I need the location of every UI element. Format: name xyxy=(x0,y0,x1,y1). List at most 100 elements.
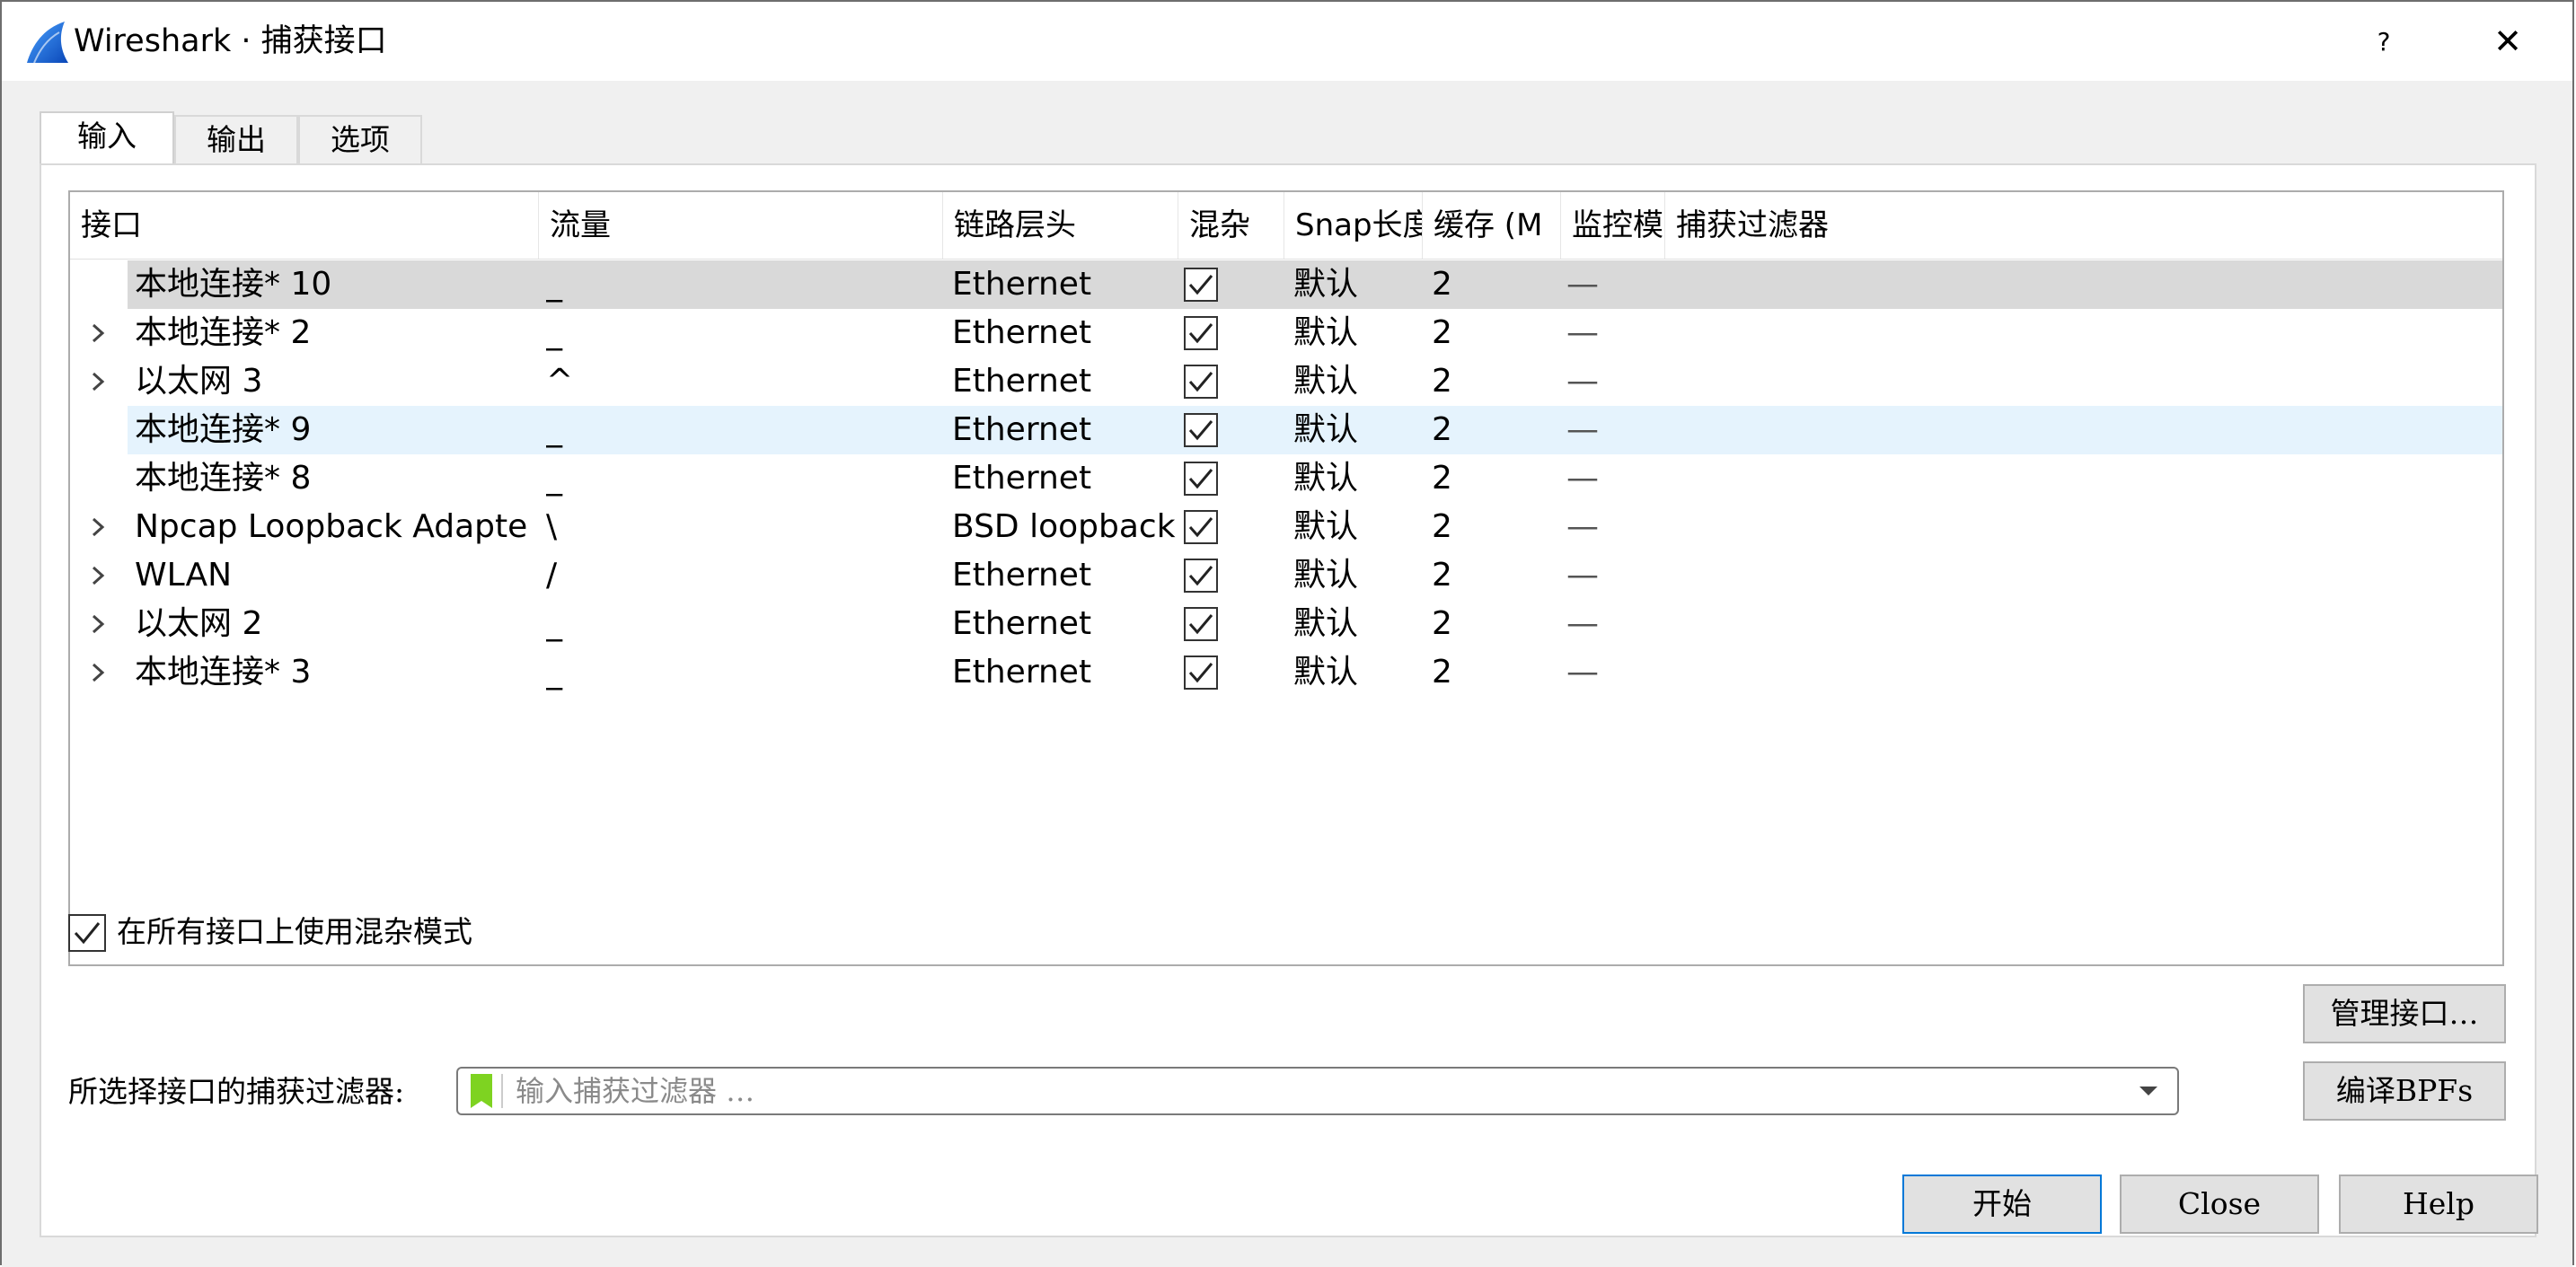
chevron-right-icon[interactable] xyxy=(83,560,113,591)
buffer-size-cell: 2 xyxy=(1432,266,1452,303)
capture-filter-cell[interactable] xyxy=(1674,309,2483,357)
chevron-right-icon[interactable] xyxy=(83,366,113,397)
promiscuous-checkbox[interactable] xyxy=(1184,316,1218,350)
interface-name-cell: WLAN xyxy=(135,557,233,594)
snaplen-cell: 默认 xyxy=(1293,411,1359,448)
traffic-sparkline-cell: _ xyxy=(546,654,562,691)
bookmark-icon[interactable] xyxy=(471,1074,492,1108)
traffic-sparkline-cell: \ xyxy=(546,508,558,545)
link-layer-cell: Ethernet xyxy=(952,654,1092,691)
promisc-all-label[interactable]: 在所有接口上使用混杂模式 xyxy=(117,907,472,957)
dropdown-arrow-icon[interactable] xyxy=(2138,1083,2159,1099)
capture-filter-label: 所选择接口的捕获过滤器: xyxy=(68,1074,405,1109)
monitor-mode-cell[interactable]: — xyxy=(1566,309,1599,357)
chevron-right-icon[interactable] xyxy=(83,609,113,639)
table-header: 接口 流量 链路层头 混杂 Snap长度 缓存 (M 监控模 捕获过滤器 xyxy=(70,192,2502,260)
filter-separator xyxy=(501,1074,503,1108)
manage-interfaces-button[interactable]: 管理接口… xyxy=(2303,984,2506,1043)
capture-filter-cell[interactable] xyxy=(1674,551,2483,600)
column-header-monitor[interactable]: 监控模 xyxy=(1561,192,1665,259)
promisc-all-checkbox[interactable] xyxy=(68,914,106,952)
interface-name-cell: 本地连接* 2 xyxy=(135,314,312,351)
buffer-size-cell: 2 xyxy=(1432,363,1452,400)
promiscuous-checkbox[interactable] xyxy=(1184,365,1218,399)
table-row[interactable]: 本地连接* 2 _ Ethernet 默认 2 — xyxy=(70,309,2502,357)
column-header-link-layer[interactable]: 链路层头 xyxy=(943,192,1178,259)
link-layer-cell: Ethernet xyxy=(952,557,1092,594)
context-help-button[interactable]: ? xyxy=(2359,22,2409,63)
monitor-mode-cell[interactable]: — xyxy=(1566,454,1599,503)
tab-input[interactable]: 输入 xyxy=(40,111,174,165)
interface-table[interactable]: 接口 流量 链路层头 混杂 Snap长度 缓存 (M 监控模 捕获过滤器 本地连… xyxy=(68,190,2504,966)
table-row[interactable]: 本地连接* 3 _ Ethernet 默认 2 — xyxy=(70,648,2502,697)
promiscuous-checkbox[interactable] xyxy=(1184,462,1218,496)
link-layer-cell: Ethernet xyxy=(952,266,1092,303)
capture-filter-cell[interactable] xyxy=(1674,503,2483,551)
promiscuous-checkbox[interactable] xyxy=(1184,607,1218,641)
link-layer-cell: Ethernet xyxy=(952,605,1092,642)
buffer-size-cell: 2 xyxy=(1432,314,1452,351)
monitor-mode-cell[interactable]: — xyxy=(1566,260,1599,309)
link-layer-cell: Ethernet xyxy=(952,460,1092,497)
column-header-interface[interactable]: 接口 xyxy=(70,192,539,259)
snaplen-cell: 默认 xyxy=(1293,363,1359,400)
traffic-sparkline-cell: / xyxy=(546,557,558,594)
capture-filter-cell[interactable] xyxy=(1674,406,2483,454)
window-close-button[interactable]: ✕ xyxy=(2481,18,2535,65)
link-layer-cell: Ethernet xyxy=(952,411,1092,448)
snaplen-cell: 默认 xyxy=(1293,314,1359,351)
buffer-size-cell: 2 xyxy=(1432,508,1452,545)
buffer-size-cell: 2 xyxy=(1432,460,1452,497)
interface-name-cell: 以太网 2 xyxy=(135,605,263,642)
interface-name-cell: Npcap Loopback Adapter xyxy=(135,508,530,545)
column-header-traffic[interactable]: 流量 xyxy=(539,192,943,259)
tab-output[interactable]: 输出 xyxy=(174,115,298,163)
table-row[interactable]: 本地连接* 9 _ Ethernet 默认 2 — xyxy=(70,406,2502,454)
monitor-mode-cell[interactable]: — xyxy=(1566,357,1599,406)
chevron-right-icon[interactable] xyxy=(83,657,113,688)
window-title: Wireshark · 捕获接口 xyxy=(74,23,387,59)
column-header-snaplen[interactable]: Snap长度 xyxy=(1284,192,1423,259)
monitor-mode-cell[interactable]: — xyxy=(1566,551,1599,600)
interface-name-cell: 本地连接* 10 xyxy=(135,266,332,303)
table-row[interactable]: WLAN / Ethernet 默认 2 — xyxy=(70,551,2502,600)
interface-name-cell: 本地连接* 9 xyxy=(135,411,312,448)
capture-filter-cell[interactable] xyxy=(1674,260,2483,309)
table-row[interactable]: 以太网 3 ^ Ethernet 默认 2 — xyxy=(70,357,2502,406)
close-button[interactable]: Close xyxy=(2120,1175,2319,1234)
capture-filter-placeholder[interactable]: 输入捕获过滤器 … xyxy=(516,1069,754,1113)
snaplen-cell: 默认 xyxy=(1293,266,1359,303)
capture-filter-cell[interactable] xyxy=(1674,357,2483,406)
capture-filter-cell[interactable] xyxy=(1674,454,2483,503)
chevron-right-icon[interactable] xyxy=(83,318,113,348)
buffer-size-cell: 2 xyxy=(1432,654,1452,691)
promiscuous-checkbox[interactable] xyxy=(1184,655,1218,690)
table-row[interactable]: 以太网 2 _ Ethernet 默认 2 — xyxy=(70,600,2502,648)
chevron-right-icon[interactable] xyxy=(83,512,113,542)
promiscuous-checkbox[interactable] xyxy=(1184,268,1218,302)
capture-interfaces-dialog: Wireshark · 捕获接口 ? ✕ 输入 输出 选项 接口 流量 链路层头… xyxy=(0,0,2574,1267)
promiscuous-checkbox[interactable] xyxy=(1184,510,1218,544)
monitor-mode-cell[interactable]: — xyxy=(1566,406,1599,454)
table-row[interactable]: Npcap Loopback Adapter \ BSD loopback 默认 2 — xyxy=(70,503,2502,551)
capture-filter-input[interactable]: 输入捕获过滤器 … xyxy=(456,1067,2179,1115)
capture-filter-cell[interactable] xyxy=(1674,600,2483,648)
promiscuous-checkbox[interactable] xyxy=(1184,559,1218,593)
column-header-promiscuous[interactable]: 混杂 xyxy=(1178,192,1284,259)
monitor-mode-cell[interactable]: — xyxy=(1566,503,1599,551)
monitor-mode-cell[interactable]: — xyxy=(1566,600,1599,648)
promiscuous-checkbox[interactable] xyxy=(1184,413,1218,447)
column-header-buffer[interactable]: 缓存 (M xyxy=(1423,192,1561,259)
link-layer-cell: BSD loopback xyxy=(952,508,1176,545)
compile-bpfs-button[interactable]: 编译BPFs xyxy=(2303,1061,2506,1121)
help-button[interactable]: Help xyxy=(2339,1175,2538,1234)
table-row[interactable]: 本地连接* 10 _ Ethernet 默认 2 — xyxy=(70,260,2502,309)
traffic-sparkline-cell: _ xyxy=(546,460,562,497)
table-row[interactable]: 本地连接* 8 _ Ethernet 默认 2 — xyxy=(70,454,2502,503)
capture-filter-cell[interactable] xyxy=(1674,648,2483,697)
column-header-capture-filter[interactable]: 捕获过滤器 xyxy=(1665,192,2502,259)
traffic-sparkline-cell: _ xyxy=(546,266,562,303)
tab-options[interactable]: 选项 xyxy=(298,115,422,163)
monitor-mode-cell[interactable]: — xyxy=(1566,648,1599,697)
start-button[interactable]: 开始 xyxy=(1902,1175,2102,1234)
